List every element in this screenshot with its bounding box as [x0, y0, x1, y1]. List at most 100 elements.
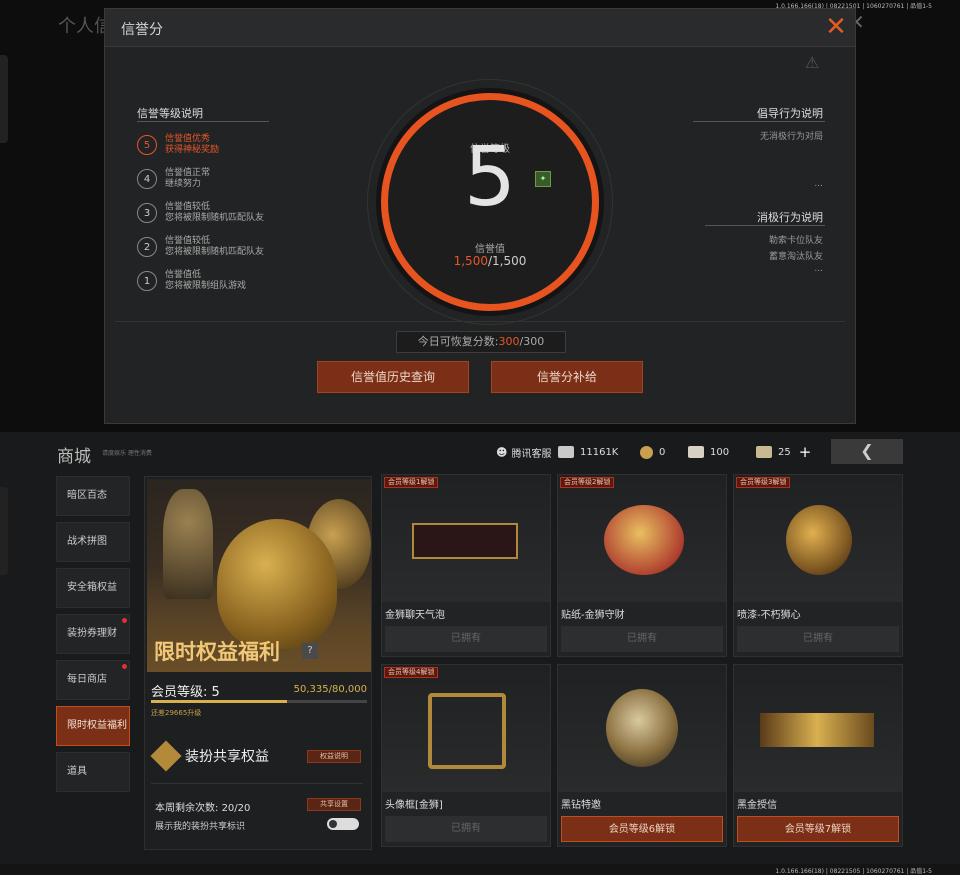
unlock-status-button[interactable]: 会员等级6解锁 [561, 816, 723, 842]
shop-title: 商城 [57, 447, 91, 467]
level-item-5: 5 信誉值优秀 获得神秘奖励 [137, 131, 219, 159]
level-title: 信誉值正常 [165, 168, 211, 178]
sidebar-item-props[interactable]: 道具 [56, 752, 130, 792]
customer-service[interactable]: ☻ 腾讯客服 [496, 442, 551, 462]
card-image [734, 665, 902, 792]
unlock-status-button[interactable]: 会员等级7解锁 [737, 816, 899, 842]
credit-screen: 个人信 ✕ 1.0.166.166(18) | 08221501 | 10602… [0, 0, 960, 432]
ring-value-label: 信誉值 [475, 244, 505, 255]
reward-card[interactable]: 会员等级2解锁 贴纸-金狮守财 已拥有 [557, 474, 727, 657]
negative-title: 消极行为说明 [757, 211, 823, 224]
level-number: 5 [137, 135, 157, 155]
knight-helmet-image [606, 689, 678, 767]
card-name: 黑金授信 [737, 800, 777, 811]
card-name: 黑钻特邀 [561, 800, 601, 811]
card-image [382, 475, 550, 602]
divider [115, 321, 845, 322]
golden-lion-image [217, 519, 337, 649]
level-desc: 您将被限制随机匹配队友 [165, 247, 265, 257]
card-name: 贴纸-金狮守财 [561, 610, 625, 621]
recover-score: 今日可恢复分数:300/300 [396, 331, 566, 353]
currency-value: 11161K [580, 446, 619, 458]
sidebar-item-finance[interactable]: 装扮券理财 [56, 614, 130, 654]
credit-max: /1,500 [487, 254, 527, 268]
reward-card[interactable]: 会员等级4解锁 头像框[金狮] 已拥有 [381, 664, 551, 847]
card-image [558, 665, 726, 792]
sidebar-item-daily[interactable]: 每日商店 [56, 660, 130, 700]
gold-card-image [760, 713, 874, 747]
avatar-frame-image [428, 693, 506, 769]
sidebar-item-anqu[interactable]: 暗区百态 [56, 476, 130, 516]
weekly-value: 20/20 [221, 803, 251, 814]
weekly-remaining: 本周剩余次数: 20/20 [155, 799, 250, 814]
owned-status: 已拥有 [385, 626, 547, 652]
card-image [734, 475, 902, 602]
member-xp: 50,335/80,000 [293, 684, 367, 695]
level-desc: 您将被限制组队游戏 [165, 281, 247, 291]
credit-ring: 信誉等级 5 信誉值 1,500/1,500 [367, 79, 613, 325]
promo-panel: 限时权益福利 ? 会员等级: 5 50,335/80,000 还差29665升级… [144, 476, 372, 850]
currency-ticket: 100 [688, 442, 729, 462]
share-settings-button[interactable]: 共享设置 [307, 798, 361, 811]
add-currency-button[interactable]: + [799, 443, 812, 461]
headset-icon: ☻ [496, 445, 508, 459]
credit-ring-inner: 信誉等级 5 信誉值 1,500/1,500 [381, 93, 599, 311]
sidebar-item-safebox[interactable]: 安全箱权益 [56, 568, 130, 608]
share-toggle[interactable] [327, 818, 359, 830]
guide-more: ... [814, 179, 823, 189]
goblet-image [163, 489, 213, 599]
share-title: 装扮共享权益 [185, 749, 269, 765]
reward-card[interactable]: 会员等级1解锁 金狮聊天气泡 已拥有 [381, 474, 551, 657]
close-icon[interactable]: ✕ [817, 9, 855, 47]
credit-supply-button[interactable]: 信誉分补给 [491, 361, 643, 393]
divider [705, 225, 825, 226]
credit-value: 1,500/1,500 [388, 254, 592, 268]
divider [693, 121, 825, 122]
level-title: 信誉值较低 [165, 202, 211, 212]
divider [137, 121, 269, 122]
ticket-icon [688, 446, 704, 458]
unlock-tag: 会员等级4解锁 [384, 667, 439, 678]
toggle-knob [329, 820, 337, 828]
level-desc: 您将被限制随机匹配队友 [165, 213, 265, 223]
upgrade-hint: 还差29665升级 [151, 709, 202, 717]
level-title: 信誉值低 [165, 270, 202, 280]
recover-max: /300 [519, 335, 545, 348]
share-header: 装扮共享权益 [150, 740, 269, 772]
negative-item: 勒索卡位队友 [768, 236, 823, 246]
dialog-title: 信誉分 [121, 22, 163, 38]
reward-badge-icon[interactable]: ✦ [535, 171, 551, 187]
level-item-3: 3 信誉值较低 您将被限制随机匹配队友 [137, 199, 264, 227]
currency-coin: 0 [640, 442, 665, 462]
currency-value: 100 [710, 446, 730, 458]
level-number: 1 [137, 271, 157, 291]
recover-label: 今日可恢复分数: [417, 335, 499, 348]
sidebar-item-puzzle[interactable]: 战术拼图 [56, 522, 130, 562]
reward-card[interactable]: 会员等级3解锁 喷漆-不朽狮心 已拥有 [733, 474, 903, 657]
side-handle [0, 55, 8, 143]
member-level-label: 会员等级: [151, 685, 208, 700]
notification-dot [122, 618, 127, 623]
owned-status: 已拥有 [385, 816, 547, 842]
side-handle [0, 487, 8, 575]
card-name: 金狮聊天气泡 [385, 610, 445, 621]
credit-history-button[interactable]: 信誉值历史查询 [317, 361, 469, 393]
unlock-tag: 会员等级1解锁 [384, 477, 439, 488]
unlock-tag: 会员等级3解锁 [736, 477, 791, 488]
level-number: 3 [137, 203, 157, 223]
lion-spray-image [786, 505, 852, 575]
reward-card[interactable]: 黑钻特邀 会员等级6解锁 [557, 664, 727, 847]
guide-item: 无消极行为对局 [759, 132, 823, 142]
credit-current: 1,500 [453, 254, 488, 268]
sidebar-label: 每日商店 [67, 674, 107, 685]
card-image [382, 665, 550, 792]
help-icon[interactable]: ? [302, 643, 318, 659]
weekly-label: 本周剩余次数: [155, 803, 219, 814]
level-section-title: 信誉等级说明 [137, 107, 203, 120]
back-arrow-icon[interactable]: ❮ [831, 439, 903, 464]
unlock-tag: 会员等级2解锁 [560, 477, 615, 488]
sidebar-item-limited[interactable]: 限时权益福利 [56, 706, 130, 746]
rights-info-button[interactable]: 权益说明 [307, 750, 361, 763]
reward-card[interactable]: 黑金授信 会员等级7解锁 [733, 664, 903, 847]
member-level-value: 5 [211, 685, 220, 700]
